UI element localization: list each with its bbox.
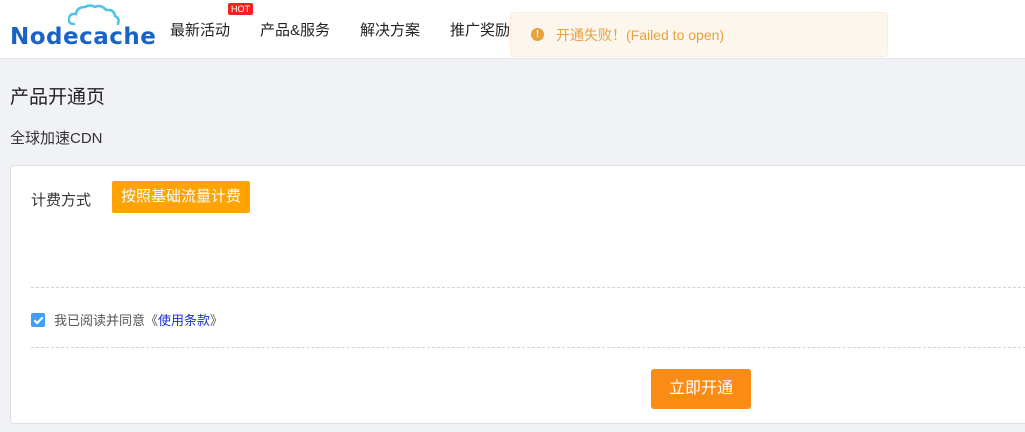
nav-item-label: 解决方案 bbox=[360, 21, 421, 39]
divider bbox=[31, 287, 1025, 288]
error-toast: ! 开通失败！(Failed to open) bbox=[510, 12, 888, 57]
nav-item-label: 推广奖励 bbox=[450, 21, 511, 39]
page-title: 产品开通页 bbox=[10, 87, 106, 108]
hot-badge: HOT bbox=[228, 2, 253, 15]
nav-item-products-services[interactable]: 产品&服务 bbox=[260, 19, 330, 40]
agreement-row: 我已阅读并同意 《 使用条款 》 bbox=[31, 310, 223, 329]
nav-item-referral-rewards[interactable]: 推广奖励 bbox=[450, 19, 510, 40]
agree-text: 我已阅读并同意 bbox=[54, 313, 146, 328]
product-name: 全球加速CDN bbox=[10, 130, 103, 147]
order-form-card: 计费方式 按照基础流量计费 我已阅读并同意 《 使用条款 》 立即开通 bbox=[10, 165, 1025, 424]
billing-option-basic-traffic[interactable]: 按照基础流量计费 bbox=[112, 181, 251, 213]
activate-now-button[interactable]: 立即开通 bbox=[651, 369, 751, 409]
billing-method-label: 计费方式 bbox=[31, 192, 92, 209]
agree-checkbox[interactable] bbox=[31, 312, 45, 327]
terms-bracket-close: 》 bbox=[210, 313, 224, 328]
nav-item-label: 最新活动 bbox=[170, 21, 231, 39]
warning-icon: ! bbox=[531, 28, 544, 41]
terms-bracket-open: 《 bbox=[145, 313, 159, 328]
toast-message: 开通失败！(Failed to open) bbox=[556, 26, 725, 43]
terms-of-use-link[interactable]: 使用条款 bbox=[158, 310, 210, 329]
nav-item-latest-activities[interactable]: 最新活动 HOT bbox=[170, 2, 253, 40]
nav-item-solutions[interactable]: 解决方案 bbox=[360, 19, 420, 40]
nodecache-logo[interactable]: Nodecache bbox=[10, 4, 156, 54]
nav-item-label: 产品&服务 bbox=[260, 21, 331, 39]
divider bbox=[31, 347, 1025, 348]
logo-text: Nodecache bbox=[10, 24, 157, 50]
main-nav: 最新活动 HOT 产品&服务 解决方案 推广奖励 bbox=[170, 0, 540, 58]
cloud-icon bbox=[68, 4, 120, 26]
